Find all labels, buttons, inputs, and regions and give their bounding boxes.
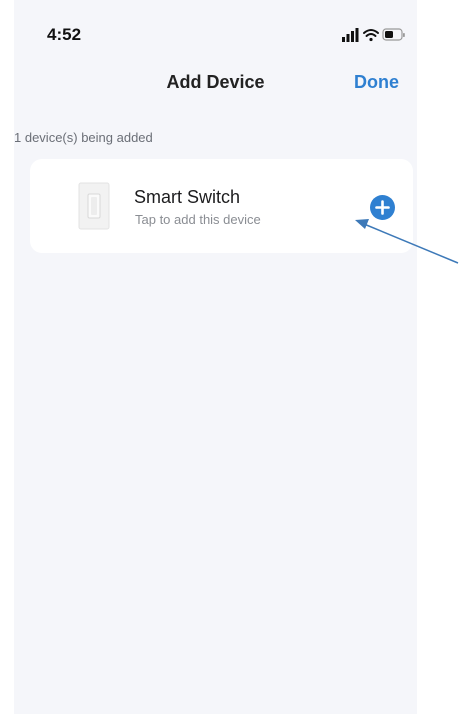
battery-icon bbox=[382, 28, 405, 41]
wifi-icon bbox=[363, 29, 379, 42]
device-name: Smart Switch bbox=[134, 187, 241, 207]
status-icons bbox=[342, 28, 405, 42]
cellular-signal-icon bbox=[342, 28, 359, 42]
status-bar: 4:52 bbox=[14, 0, 417, 70]
done-button[interactable]: Done bbox=[354, 70, 399, 94]
device-subtitle: Tap to add this device bbox=[135, 212, 261, 227]
devices-being-added-label: 1 device(s) being added bbox=[14, 130, 153, 145]
add-device-button[interactable] bbox=[370, 195, 395, 220]
status-time: 4:52 bbox=[47, 25, 82, 44]
smart-switch-icon bbox=[78, 182, 110, 230]
plus-circle-icon bbox=[375, 200, 390, 215]
phone-screen: 4:52 Add Device Done 1 device(s) being a… bbox=[14, 0, 417, 714]
device-card[interactable]: Smart Switch Tap to add this device bbox=[30, 159, 413, 253]
